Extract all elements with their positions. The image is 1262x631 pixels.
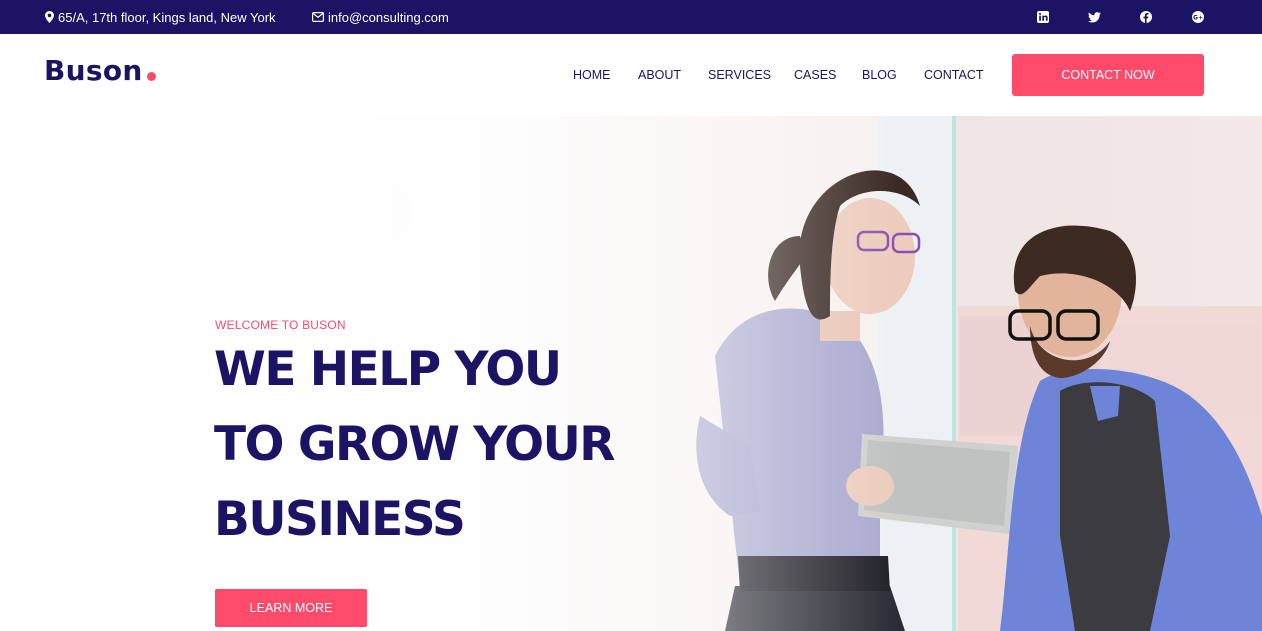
nav-contact[interactable]: CONTACT	[924, 34, 984, 116]
nav-about[interactable]: ABOUT	[638, 34, 681, 116]
logo-dot	[147, 72, 156, 81]
address-info: 65/A, 17th floor, Kings land, New York	[45, 0, 276, 34]
headline-line-3: BUSINESS	[214, 492, 466, 547]
location-pin-icon	[45, 11, 54, 23]
welcome-kicker: WELCOME TO BUSON	[215, 318, 346, 332]
logo[interactable]: Buson	[44, 54, 143, 87]
google-plus-icon[interactable]: G+	[1190, 0, 1206, 34]
envelope-icon	[312, 12, 324, 22]
email-text[interactable]: info@consulting.com	[328, 10, 449, 25]
nav-blog[interactable]: BLOG	[862, 34, 897, 116]
contact-now-button[interactable]: CONTACT NOW	[1012, 54, 1204, 96]
nav-cases[interactable]: CASES	[794, 34, 836, 116]
linkedin-icon[interactable]	[1035, 0, 1051, 34]
address-text: 65/A, 17th floor, Kings land, New York	[58, 9, 276, 25]
headline-line-2: TO GROW YOUR	[214, 417, 615, 472]
twitter-icon[interactable]	[1086, 0, 1102, 34]
hero-section: WELCOME TO BUSON WE HELP YOU TO GROW YOU…	[0, 116, 1262, 631]
learn-more-button[interactable]: LEARN MORE	[215, 589, 367, 627]
email-info[interactable]: info@consulting.com	[312, 0, 449, 34]
nav-home[interactable]: HOME	[573, 34, 611, 116]
svg-text:G+: G+	[1193, 14, 1203, 21]
facebook-icon[interactable]	[1138, 0, 1154, 34]
top-bar: 65/A, 17th floor, Kings land, New York i…	[0, 0, 1262, 34]
headline-line-1: WE HELP YOU	[214, 342, 562, 397]
site-header: Buson HOME ABOUT SERVICES CASES BLOG CON…	[0, 34, 1262, 116]
nav-services[interactable]: SERVICES	[708, 34, 771, 116]
